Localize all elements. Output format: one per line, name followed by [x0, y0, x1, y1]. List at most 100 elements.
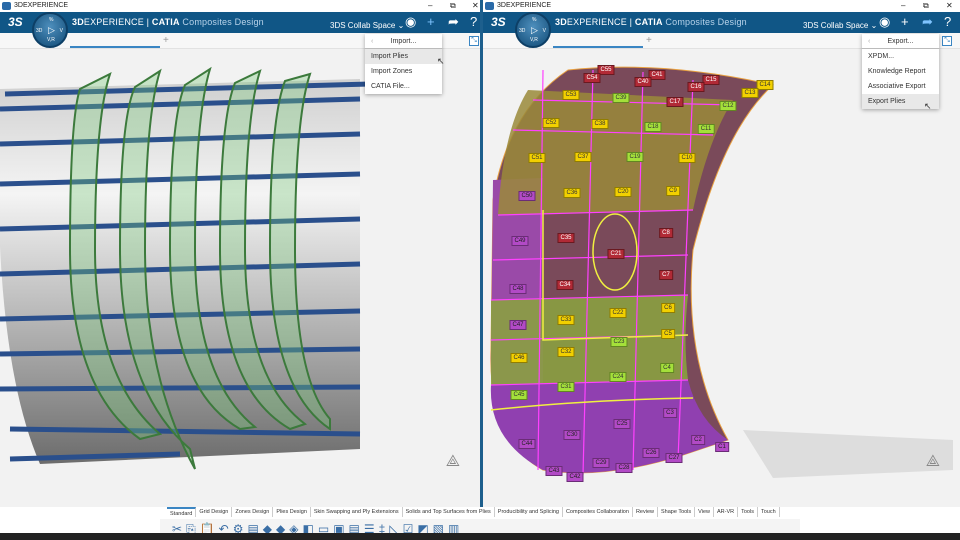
ply-label[interactable]: C6 [661, 303, 675, 313]
menu-item-catia-file[interactable]: CATIA File... [365, 79, 442, 94]
ply-label[interactable]: C45 [510, 390, 528, 400]
ply-label[interactable]: C7 [659, 270, 673, 280]
left-viewer[interactable]: 3DEXPERIENCE – ⧉ ✕ 3S 3DEXPERIENCE | CAT… [0, 0, 480, 507]
workbench-tab[interactable]: Zones Design [232, 507, 274, 517]
import-menu-header[interactable]: ‹ Import... [365, 34, 442, 49]
workbench-tab[interactable]: Composites Collaboration [563, 507, 633, 517]
ply-label[interactable]: C25 [613, 419, 631, 429]
ply-label[interactable]: C17 [666, 97, 684, 107]
ply-label[interactable]: C50 [518, 191, 536, 201]
ply-label[interactable]: C20 [614, 187, 632, 197]
ply-label[interactable]: C26 [642, 448, 660, 458]
ply-label[interactable]: C52 [542, 118, 560, 128]
ply-label[interactable]: C12 [719, 101, 737, 111]
workbench-tab[interactable]: Solids and Top Surfaces from Plies [403, 507, 495, 517]
ply-label[interactable]: C43 [545, 466, 563, 476]
back-chevron-icon[interactable]: ‹ [371, 34, 373, 49]
workbench-tab[interactable]: Producibility and Splicing [495, 507, 563, 517]
workbench-tab[interactable]: View [695, 507, 714, 517]
workbench-tab[interactable]: AR-VR [714, 507, 739, 517]
ply-label[interactable]: C23 [610, 337, 628, 347]
ply-label[interactable]: C14 [756, 80, 774, 90]
ply-label[interactable]: C31 [557, 382, 575, 392]
compass-widget[interactable]: % 3D ▷ V V,R [32, 12, 68, 48]
ply-label[interactable]: C38 [591, 119, 609, 129]
ply-label[interactable]: C36 [563, 188, 581, 198]
active-tab[interactable] [70, 46, 160, 48]
window-titlebar: 3DEXPERIENCE – ⧉ ✕ [0, 0, 480, 12]
ply-label[interactable]: C40 [634, 77, 652, 87]
menu-item-knowledge-report[interactable]: Knowledge Report [862, 64, 939, 79]
ply-label[interactable]: C29 [592, 458, 610, 468]
ply-label[interactable]: C8 [659, 228, 673, 238]
ds-logo-icon[interactable]: 3S [8, 15, 23, 29]
restore-button[interactable]: ⧉ [450, 0, 456, 12]
help-icon[interactable]: ? [470, 15, 477, 29]
workbench-tab[interactable]: Grid Design [196, 507, 233, 517]
ply-label[interactable]: C37 [574, 152, 592, 162]
workbench-tab[interactable]: Skin Swapping and Ply Extensions [311, 507, 403, 517]
ply-label[interactable]: C4 [660, 363, 674, 373]
ply-label[interactable]: C46 [510, 353, 528, 363]
ply-label[interactable]: C47 [509, 320, 527, 330]
ply-label[interactable]: C39 [612, 93, 630, 103]
ply-label[interactable]: C32 [557, 347, 575, 357]
ply-label[interactable]: C5 [661, 329, 675, 339]
workbench-tab[interactable]: Plies Design [273, 507, 311, 517]
ply-label[interactable]: C22 [609, 308, 627, 318]
workbench-tab[interactable]: Shape Tools [658, 507, 696, 517]
compass-widget[interactable]: % 3D ▷ V V,R [515, 12, 551, 48]
export-menu-header[interactable]: ‹ Export... [862, 34, 939, 49]
ply-label[interactable]: C15 [702, 75, 720, 85]
plus-icon[interactable]: + [427, 15, 435, 29]
ply-label[interactable]: C27 [665, 453, 683, 463]
workbench-tab[interactable]: Standard [167, 507, 197, 517]
ply-label[interactable]: C16 [687, 82, 705, 92]
ply-label[interactable]: C48 [509, 284, 527, 294]
menu-item-import-zones[interactable]: Import Zones [365, 64, 442, 79]
workbench-tab[interactable]: Touch [758, 507, 780, 517]
ply-label[interactable]: C53 [562, 90, 580, 100]
cylinder-model[interactable] [0, 49, 480, 507]
minimize-button[interactable]: – [428, 0, 432, 12]
ply-label[interactable]: C49 [511, 236, 529, 246]
collapse-icon[interactable]: ⤡ [469, 36, 479, 46]
mouse-cursor-icon: ↖ [924, 101, 932, 111]
menu-item-xpdm[interactable]: XPDM... [862, 49, 939, 64]
ply-label[interactable]: C9 [666, 186, 680, 196]
share-icon[interactable]: ➦ [448, 15, 459, 29]
ply-label[interactable]: C3 [663, 408, 677, 418]
right-viewer[interactable]: 3DEXPERIENCE – ⧉ ✕ 3S 3DEXPERIENCE | CAT… [480, 0, 960, 507]
workbench-tab[interactable]: Tools [738, 507, 758, 517]
ply-label[interactable]: C11 [697, 124, 715, 134]
axis-triad-icon: ⟁ [445, 453, 460, 470]
user-icon[interactable]: ◉ [405, 15, 416, 29]
ply-label[interactable]: C19 [626, 152, 644, 162]
ply-label[interactable]: C51 [528, 153, 546, 163]
close-button[interactable]: ✕ [472, 0, 479, 12]
mouse-cursor-icon: ↖ [437, 56, 445, 66]
ply-label[interactable]: C54 [583, 73, 601, 83]
ply-label[interactable]: C10 [678, 153, 696, 163]
collab-space-dropdown[interactable]: 3DS Collab Space ⌄ [330, 21, 404, 30]
ply-label[interactable]: C2 [691, 435, 705, 445]
workbench-tabs: Standard Grid Design Zones Design Plies Des… [167, 507, 780, 517]
app-header: 3S 3DEXPERIENCE | CATIA Composites Desig… [0, 12, 480, 33]
ply-label[interactable]: C34 [556, 280, 574, 290]
ply-label[interactable]: C33 [557, 315, 575, 325]
ply-label[interactable]: C21 [607, 249, 625, 259]
ply-label[interactable]: C1 [715, 442, 729, 452]
new-tab-plus-icon[interactable]: + [163, 35, 169, 46]
ply-label[interactable]: C35 [557, 233, 575, 243]
ply-label[interactable]: C24 [609, 372, 627, 382]
menu-item-import-plies[interactable]: Import Plies [365, 49, 442, 64]
ply-label[interactable]: C28 [615, 463, 633, 473]
ply-label[interactable]: C44 [518, 439, 536, 449]
ply-label[interactable]: C13 [741, 88, 759, 98]
ply-label[interactable]: C30 [563, 430, 581, 440]
ply-label[interactable]: C42 [566, 472, 584, 482]
menu-item-associative-export[interactable]: Associative Export [862, 79, 939, 94]
workbench-tab[interactable]: Review [633, 507, 658, 517]
ply-label[interactable]: C18 [644, 122, 662, 132]
back-chevron-icon[interactable]: ‹ [868, 34, 870, 49]
